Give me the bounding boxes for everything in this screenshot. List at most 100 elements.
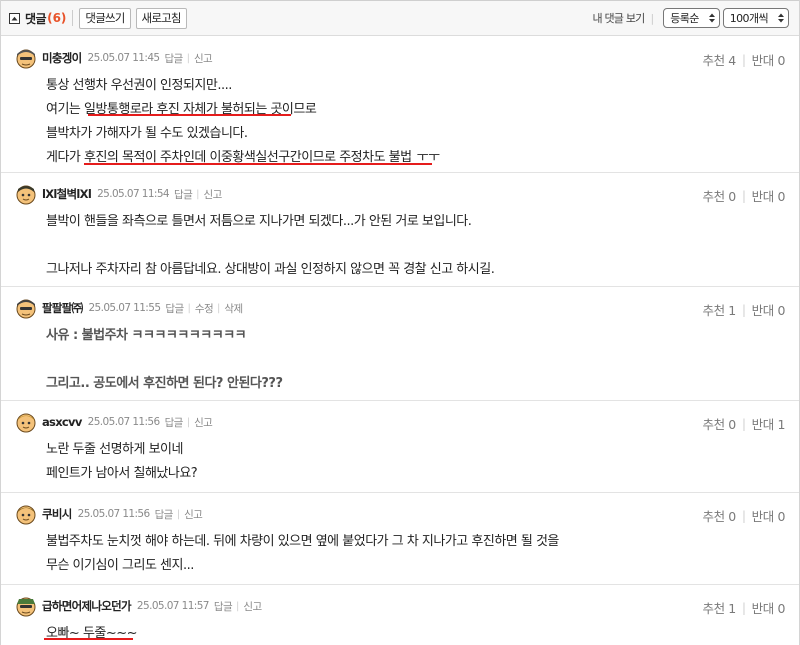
downvote-button[interactable]: 반대 0 (752, 50, 786, 69)
comment-text-line: 사유 : 불법주차 ㅋㅋㅋㅋㅋㅋㅋㅋㅋㅋ (46, 328, 247, 343)
report-link[interactable]: 신고 (184, 507, 203, 522)
divider: | (650, 11, 655, 25)
divider: | (187, 302, 191, 314)
divider: | (741, 188, 746, 203)
comments-title: 댓글 (25, 11, 47, 26)
downvote-button[interactable]: 반대 1 (752, 414, 786, 433)
comment-date: 25.05.07 11:45 (87, 52, 161, 64)
level-avatar-icon (16, 597, 36, 617)
comment-header: 팔팔팔㈜ 25.05.07 11:55 답글 | 수정 | 삭제 (15, 297, 243, 319)
level-avatar-icon (16, 505, 36, 525)
reply-link[interactable]: 답글 (165, 415, 184, 430)
comment-votes: 추천 0 | 반대 1 (703, 414, 786, 433)
comment-header: asxcvv 25.05.07 11:56 답글 | 신고 (15, 411, 213, 433)
comment-item: 급하면어제나오던가 25.05.07 11:57 답글 | 신고 추천 1 | … (1, 585, 799, 645)
comment-votes: 추천 0 | 반대 0 (703, 186, 786, 205)
divider: | (176, 508, 181, 520)
comment-author[interactable]: lXl철벽lXl (42, 186, 92, 202)
reply-link[interactable]: 답글 (155, 507, 174, 522)
sort-select[interactable]: 등록순 (663, 8, 720, 28)
upvote-button[interactable]: 추천 1 (703, 300, 737, 319)
comment-header: 미충겡이 25.05.07 11:45 답글 | 신고 (15, 47, 213, 69)
perpage-select-value: 100개씩 (729, 12, 769, 25)
divider: | (741, 302, 746, 317)
comment-item: 쿠비시 25.05.07 11:56 답글 | 신고 추천 0 | 반대 0 불… (1, 493, 799, 585)
comment-date: 25.05.07 11:54 (97, 188, 170, 200)
comment-text-line: 블박이 핸들을 좌측으로 틀면서 저틈으로 지나가면 되겠다...가 안된 거로… (46, 214, 472, 229)
comment-date: 25.05.07 11:57 (136, 600, 210, 612)
view-options: 내 댓글 보기 | 등록순 100개씩 (592, 8, 789, 28)
reply-link[interactable]: 답글 (165, 301, 184, 316)
perpage-select[interactable]: 100개씩 (722, 8, 789, 28)
divider: | (186, 416, 191, 428)
comment-text-line: 노란 두줄 선명하게 보이네 (46, 442, 183, 457)
divider: | (741, 416, 746, 431)
comment-text-line: 통상 선행차 우선권이 인정되지만.... (46, 78, 232, 93)
reply-link[interactable]: 답글 (165, 51, 184, 66)
comment-header: lXl철벽lXl 25.05.07 11:54 답글 | 신고 (15, 183, 222, 205)
comment-votes: 추천 1 | 반대 0 (703, 300, 786, 319)
comment-text-line: 블박차가 가해자가 될 수도 있겠습니다. (46, 126, 248, 141)
collapse-square-icon[interactable] (9, 12, 20, 24)
level-avatar-icon (16, 185, 36, 205)
comment-author[interactable]: 미충겡이 (42, 50, 82, 66)
comment-section: 댓글 (6) 댓글쓰기 새로고침 내 댓글 보기 | 등록순 100개씩 미충겡… (0, 0, 800, 645)
downvote-button[interactable]: 반대 0 (752, 598, 786, 617)
reply-link[interactable]: 답글 (214, 599, 233, 614)
report-link[interactable]: 신고 (204, 187, 223, 202)
upvote-button[interactable]: 추천 0 (703, 414, 737, 433)
red-underline (84, 163, 432, 165)
comment-author[interactable]: asxcvv (42, 415, 82, 429)
comment-text-line: 페인트가 남아서 칠해났나요? (46, 466, 198, 481)
upvote-button[interactable]: 추천 0 (703, 506, 737, 525)
refresh-button[interactable]: 새로고침 (135, 7, 187, 29)
comment-header: 급하면어제나오던가 25.05.07 11:57 답글 | 신고 (15, 595, 262, 617)
divider: | (236, 600, 240, 612)
level-avatar-icon (16, 299, 36, 319)
edit-link[interactable]: 수정 (195, 301, 214, 316)
comment-text-line: 그리고.. 공도에서 후진하면 된다? 안된다??? (46, 376, 283, 391)
divider (72, 10, 74, 26)
comment-item: 미충겡이 25.05.07 11:45 답글 | 신고 추천 4 | 반대 0 … (1, 37, 799, 173)
comment-item: 팔팔팔㈜ 25.05.07 11:55 답글 | 수정 | 삭제 추천 1 | … (1, 287, 799, 401)
reply-link[interactable]: 답글 (174, 187, 193, 202)
red-underline (88, 114, 291, 116)
updown-arrow-icon (708, 13, 715, 23)
comment-date: 25.05.07 11:56 (87, 416, 161, 428)
sort-select-value: 등록순 (670, 12, 699, 25)
upvote-button[interactable]: 추천 1 (703, 598, 737, 617)
report-link[interactable]: 신고 (243, 599, 262, 614)
downvote-button[interactable]: 반대 0 (752, 300, 786, 319)
comments-count: (6) (47, 11, 67, 25)
comment-text-line: 무슨 이기심이 그리도 센지... (46, 558, 194, 573)
comment-date: 25.05.07 11:55 (88, 302, 161, 314)
downvote-button[interactable]: 반대 0 (752, 186, 786, 205)
divider: | (741, 600, 746, 615)
updown-arrow-icon (778, 13, 784, 23)
comment-author[interactable]: 급하면어제나오던가 (42, 598, 132, 614)
write-comment-button[interactable]: 댓글쓰기 (79, 7, 131, 29)
upvote-button[interactable]: 추천 0 (703, 186, 737, 205)
divider: | (196, 188, 200, 200)
upvote-button[interactable]: 추천 4 (703, 50, 737, 69)
comment-header: 쿠비시 25.05.07 11:56 답글 | 신고 (15, 503, 203, 525)
comment-item: asxcvv 25.05.07 11:56 답글 | 신고 추천 0 | 반대 … (1, 401, 799, 493)
report-link[interactable]: 신고 (194, 415, 213, 430)
divider: | (186, 52, 190, 64)
level-avatar-icon (16, 413, 36, 433)
level-avatar-icon (16, 49, 36, 69)
report-link[interactable]: 신고 (194, 51, 213, 66)
comment-votes: 추천 0 | 반대 0 (703, 506, 786, 525)
divider: | (741, 52, 746, 67)
comment-date: 25.05.07 11:56 (77, 508, 151, 520)
comment-votes: 추천 4 | 반대 0 (703, 50, 786, 69)
divider: | (741, 508, 746, 523)
comment-text-line: 불법주차도 눈치껏 해야 하는데. 뒤에 차량이 있으면 옆에 붙었다가 그 차… (46, 534, 559, 549)
delete-link[interactable]: 삭제 (224, 301, 243, 316)
red-underline (44, 638, 133, 640)
comment-author[interactable]: 팔팔팔㈜ (42, 300, 83, 316)
comment-author[interactable]: 쿠비시 (42, 506, 72, 522)
comment-toolbar: 댓글 (6) 댓글쓰기 새로고침 내 댓글 보기 | 등록순 100개씩 (1, 0, 799, 36)
my-comments-link[interactable]: 내 댓글 보기 (592, 10, 645, 26)
downvote-button[interactable]: 반대 0 (752, 506, 786, 525)
